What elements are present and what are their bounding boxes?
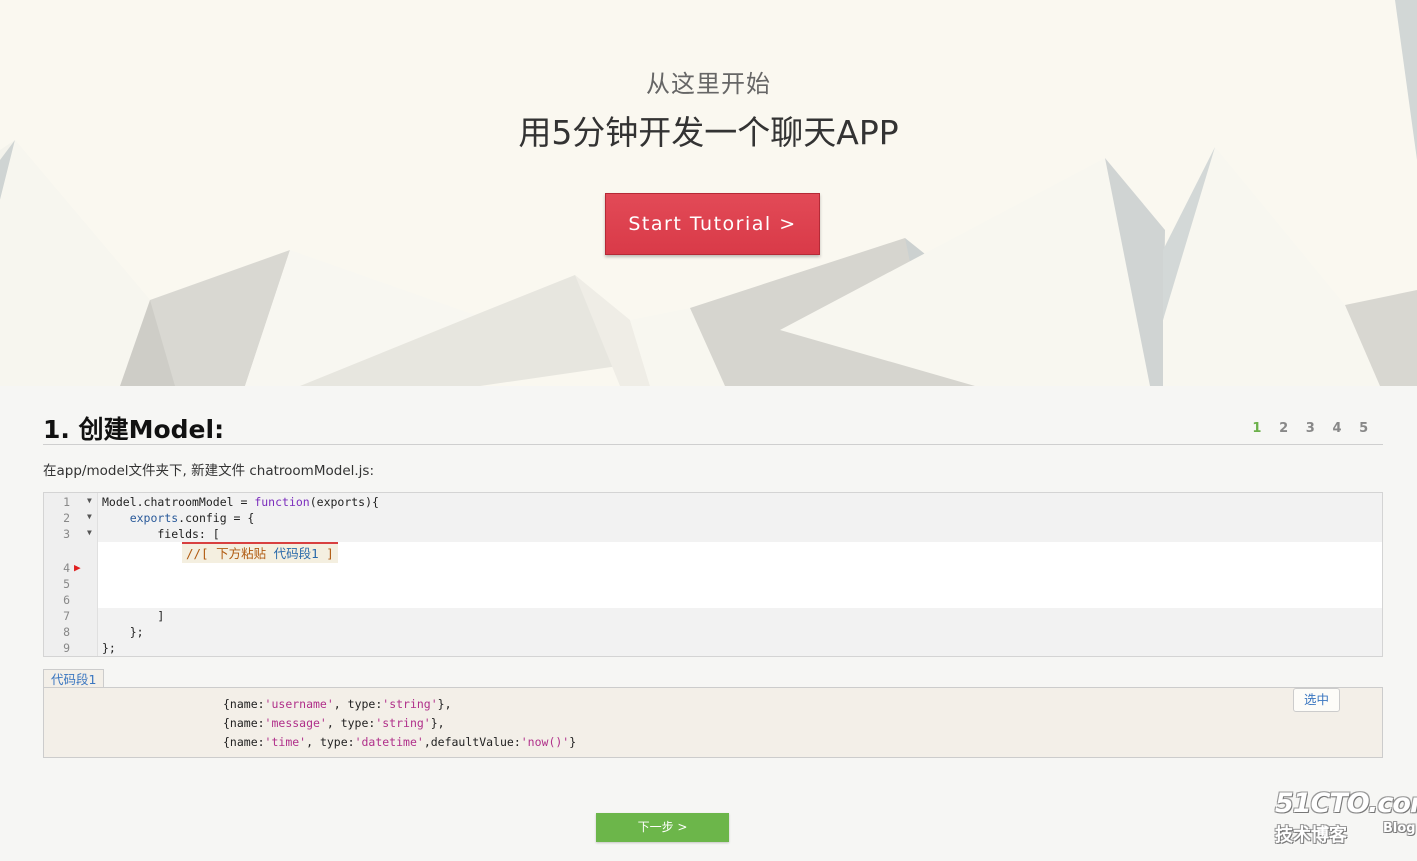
step-4[interactable]: 4 [1324,421,1351,436]
step-5[interactable]: 5 [1350,421,1377,436]
line-number: 8 [63,625,70,639]
line-number: 3 [63,527,70,541]
select-snippet-button[interactable]: 选中 [1293,688,1340,712]
title-divider [43,444,1383,445]
line-number: 2 [63,511,70,525]
line-number: 6 [63,593,70,607]
code-line: }; [102,641,116,655]
line-number: 4 [63,561,70,575]
step-2[interactable]: 2 [1270,421,1297,436]
step-1[interactable]: 1 [1244,421,1271,436]
code-line: }; [102,625,144,639]
snippet-line: {name:'message', type:'string'}, [223,716,445,730]
next-step-button[interactable]: 下一步 > [596,813,729,842]
code-line: fields: [ [102,527,220,541]
instruction-text: 在app/model文件夹下, 新建文件 chatroomModel.js: [43,463,374,479]
breakpoint-marker-icon: ▶ [74,561,81,574]
fold-arrow-icon[interactable]: ▼ [87,528,92,537]
start-tutorial-button[interactable]: Start Tutorial > [605,193,820,255]
line-number: 9 [63,641,70,655]
fold-arrow-icon[interactable]: ▼ [87,512,92,521]
line-number: 5 [63,577,70,591]
code-line: exports.config = { [129,511,255,525]
line-number: 1 [63,495,70,509]
step-pagination: 1 2 3 4 5 [1244,421,1377,436]
snippet-line: {name:'username', type:'string'}, [223,697,452,711]
code-editor[interactable]: 1 ▼ 2 ▼ 3 ▼ 4 ▶ 5 6 7 8 9 Model.chatroomMode… [43,492,1383,657]
hero-banner: 从这里开始 用5分钟开发一个聊天APP Start Tutorial > [0,0,1417,386]
fold-arrow-icon[interactable]: ▼ [87,496,92,505]
section-title: 1. 创建Model: [43,415,225,444]
editor-gutter: 1 ▼ 2 ▼ 3 ▼ 4 ▶ 5 6 7 8 9 [44,493,98,656]
hero-subtitle: 从这里开始 [646,70,771,98]
site-watermark-logo: 51CTO.com 技术博客 Blog [1275,788,1417,846]
line-number: 7 [63,609,70,623]
paste-placeholder: //[ 下方粘贴 代码段1 ] [182,542,338,563]
code-area[interactable]: Model.chatroomModel = function(exports){… [98,493,1382,656]
code-line: Model.chatroomModel = function(exports){ [102,495,379,509]
hero-title: 用5分钟开发一个聊天APP [518,113,899,152]
code-snippet-box: {name:'username', type:'string'}, {name:… [43,687,1383,758]
snippet-line: {name:'time', type:'datetime',defaultVal… [223,735,577,749]
step-3[interactable]: 3 [1297,421,1324,436]
snippet-tab[interactable]: 代码段1 [43,669,105,688]
code-line: ] [102,609,165,623]
